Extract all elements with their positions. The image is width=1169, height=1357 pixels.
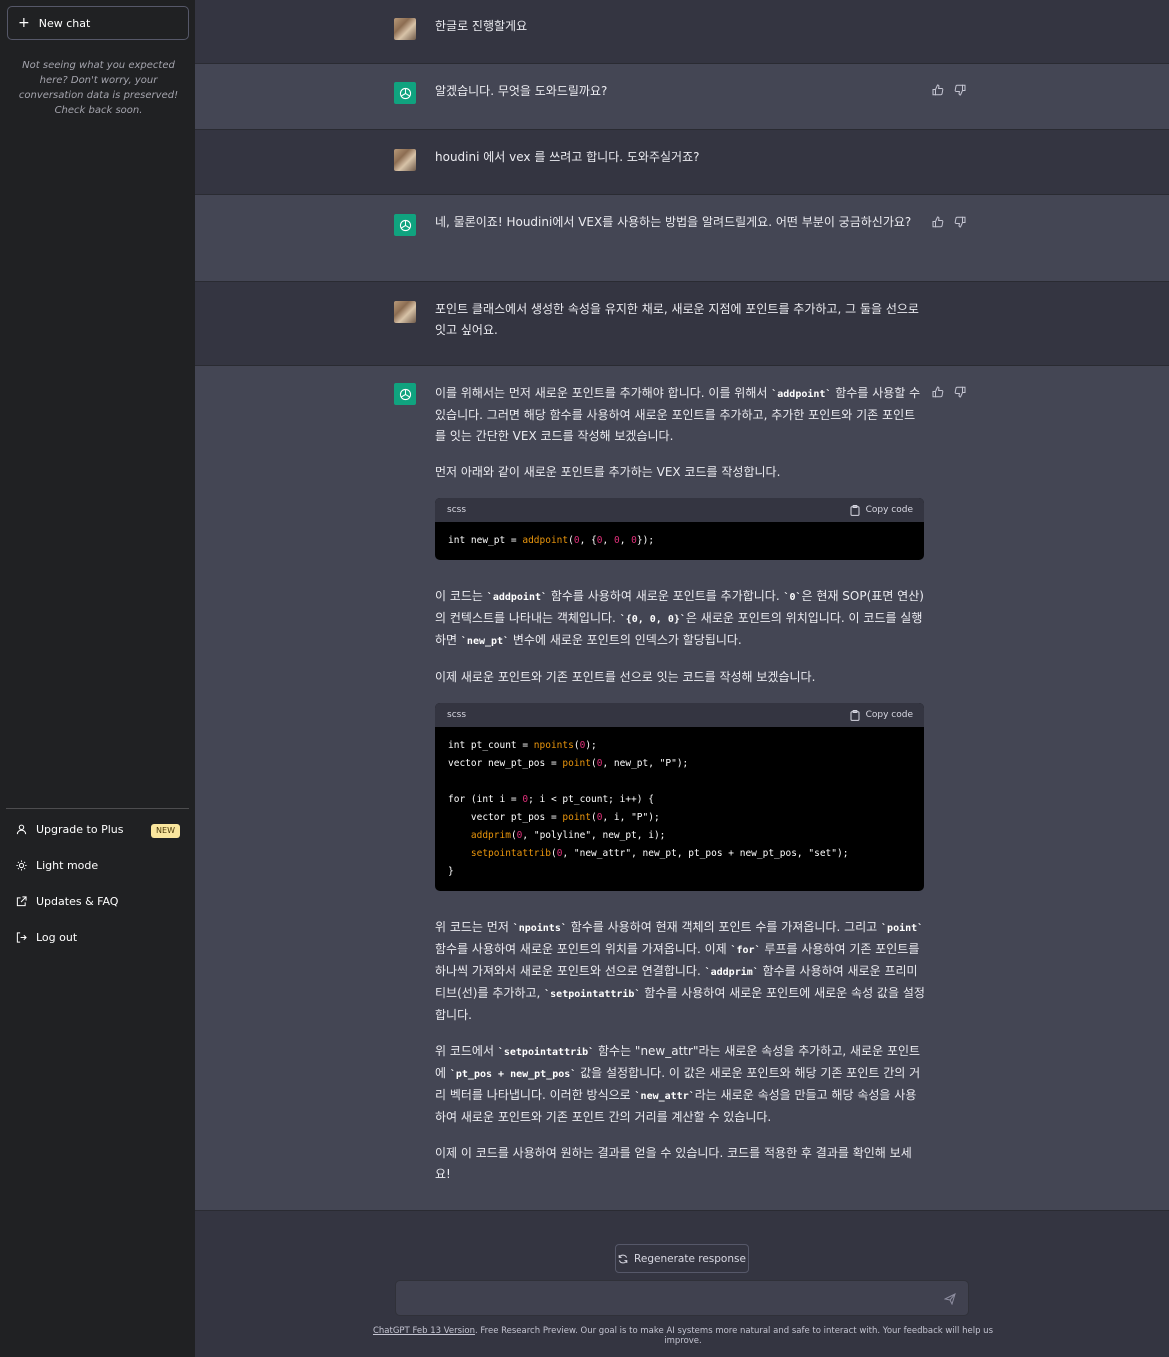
message-text: houdini 에서 vex 를 쓰려고 합니다. 도와주실거죠? bbox=[435, 150, 700, 164]
new-chat-label: New chat bbox=[38, 16, 91, 30]
paragraph: 이제 새로운 포인트와 기존 포인트를 선으로 잇는 코드를 작성해 보겠습니다… bbox=[435, 670, 816, 684]
code-content: int new_pt = addpoint(0, {0, 0, 0}); bbox=[448, 535, 655, 546]
code-language: scss bbox=[447, 504, 467, 515]
thumbs-up-icon[interactable] bbox=[932, 84, 945, 97]
inline-code: `addpoint` bbox=[486, 592, 548, 603]
copy-code-button[interactable]: Copy code bbox=[850, 705, 913, 726]
sidebar-item-label: Updates & FAQ bbox=[36, 894, 119, 908]
clipboard-icon bbox=[850, 709, 860, 721]
openai-logo-icon bbox=[399, 219, 411, 231]
user-message: houdini 에서 vex 를 쓰려고 합니다. 도와주실거죠? bbox=[195, 130, 1169, 195]
message-text: 한글로 진행할게요 bbox=[435, 19, 528, 33]
thumbs-down-icon[interactable] bbox=[954, 216, 967, 229]
inline-code: `pt_pos + new_pt_pos` bbox=[449, 1069, 577, 1080]
feedback-buttons bbox=[932, 84, 967, 97]
refresh-icon bbox=[618, 1254, 628, 1264]
code-header: scss Copy code bbox=[435, 703, 924, 727]
inline-code: `setpointattrib` bbox=[544, 989, 641, 1000]
inline-code: `for` bbox=[730, 945, 761, 956]
inline-code: `point` bbox=[881, 923, 924, 934]
paragraph: 이제 이 코드를 사용하여 원하는 결과를 얻을 수 있습니다. 코드를 적용한… bbox=[435, 1146, 912, 1181]
message-text: 알겠습니다. 무엇을 도와드릴까요? bbox=[435, 84, 608, 98]
code-header: scss Copy code bbox=[435, 498, 924, 522]
openai-logo-icon bbox=[399, 87, 411, 99]
clipboard-icon bbox=[850, 504, 860, 516]
openai-logo-icon bbox=[399, 388, 411, 400]
sidebar: + New chat Not seeing what you expected … bbox=[0, 0, 195, 1357]
assistant-avatar bbox=[394, 82, 416, 104]
feedback-buttons bbox=[932, 216, 967, 229]
logout-icon bbox=[15, 931, 27, 943]
inline-code: `addpoint` bbox=[771, 389, 832, 400]
paragraph: 이를 위해서는 먼저 새로운 포인트를 추가해야 합니다. 이를 위해서 `ad… bbox=[435, 386, 921, 443]
user-avatar bbox=[394, 18, 416, 40]
sidebar-item-label: Light mode bbox=[36, 858, 99, 872]
version-link[interactable]: ChatGPT Feb 13 Version bbox=[373, 1326, 475, 1336]
paragraph: 위 코드는 먼저 `npoints` 함수를 사용하여 현재 객체의 포인트 수… bbox=[435, 920, 925, 1022]
sun-icon bbox=[15, 859, 27, 871]
sidebar-item-updates-faq[interactable]: Updates & FAQ bbox=[6, 883, 189, 919]
message-body: 이를 위해서는 먼저 새로운 포인트를 추가해야 합니다. 이를 위해서 `ad… bbox=[435, 383, 925, 1185]
paragraph: 먼저 아래와 같이 새로운 포인트를 추가하는 VEX 코드를 작성합니다. bbox=[435, 465, 781, 479]
message-text: 포인트 클래스에서 생성한 속성을 유지한 채로, 새로운 지점에 포인트를 추… bbox=[435, 302, 919, 337]
user-message: 한글로 진행할게요 bbox=[195, 0, 1169, 64]
inline-code: `addprim` bbox=[704, 967, 759, 978]
message-text: 네, 물론이죠! Houdini에서 VEX를 사용하는 방법을 알려드릴게요.… bbox=[435, 215, 912, 229]
user-icon bbox=[15, 823, 27, 835]
regenerate-label: Regenerate response bbox=[634, 1252, 746, 1265]
user-avatar bbox=[394, 149, 416, 171]
copy-code-label: Copy code bbox=[865, 504, 913, 515]
thumbs-up-icon[interactable] bbox=[932, 386, 945, 399]
conversation: 한글로 진행할게요 알겠습니다. 무엇을 도와드릴까요? houdini 에서 … bbox=[195, 0, 1169, 1357]
external-link-icon bbox=[15, 895, 27, 907]
inline-code: `new_attr` bbox=[634, 1091, 695, 1102]
sidebar-item-upgrade[interactable]: Upgrade to Plus NEW bbox=[6, 811, 189, 847]
footer: ChatGPT Feb 13 Version. Free Research Pr… bbox=[363, 1326, 1003, 1346]
thumbs-down-icon[interactable] bbox=[954, 386, 967, 399]
sidebar-menu: Upgrade to Plus NEW Light mode Updates &… bbox=[6, 808, 189, 955]
code-content: int pt_count = npoints(0); vector new_pt… bbox=[448, 740, 849, 877]
new-chat-button[interactable]: + New chat bbox=[7, 6, 189, 40]
assistant-message: 네, 물론이죠! Houdini에서 VEX를 사용하는 방법을 알려드릴게요.… bbox=[195, 195, 1169, 282]
assistant-message: 알겠습니다. 무엇을 도와드릴까요? bbox=[195, 64, 1169, 130]
inline-code: `new_pt` bbox=[460, 636, 510, 647]
chat-input-box bbox=[395, 1280, 969, 1316]
sidebar-item-label: Upgrade to Plus bbox=[36, 822, 124, 836]
code-language: scss bbox=[447, 709, 467, 720]
user-avatar bbox=[394, 301, 416, 323]
conversation-notice: Not seeing what you expected here? Don't… bbox=[18, 60, 179, 116]
plus-icon: + bbox=[18, 15, 30, 31]
footer-text: . Free Research Preview. Our goal is to … bbox=[474, 1326, 993, 1346]
thumbs-down-icon[interactable] bbox=[954, 84, 967, 97]
user-message: 포인트 클래스에서 생성한 속성을 유지한 채로, 새로운 지점에 포인트를 추… bbox=[195, 282, 1169, 366]
inline-code: `setpointattrib` bbox=[497, 1047, 595, 1058]
inline-code: `0` bbox=[783, 592, 802, 603]
feedback-buttons bbox=[932, 386, 967, 399]
copy-code-button[interactable]: Copy code bbox=[850, 500, 913, 521]
code-block: scss Copy code int pt_count = npoints(0)… bbox=[435, 703, 924, 891]
paragraph: 이 코드는 `addpoint` 함수를 사용하여 새로운 포인트를 추가합니다… bbox=[435, 589, 924, 647]
assistant-message: 이를 위해서는 먼저 새로운 포인트를 추가해야 합니다. 이를 위해서 `ad… bbox=[195, 366, 1169, 1211]
assistant-avatar bbox=[394, 383, 416, 405]
regenerate-response-button[interactable]: Regenerate response bbox=[615, 1244, 749, 1273]
inline-code: `npoints` bbox=[512, 923, 567, 934]
chat-input[interactable] bbox=[396, 1281, 936, 1315]
sidebar-item-log-out[interactable]: Log out bbox=[6, 919, 189, 955]
new-badge: NEW bbox=[151, 824, 180, 838]
assistant-avatar bbox=[394, 214, 416, 236]
sidebar-item-light-mode[interactable]: Light mode bbox=[6, 847, 189, 883]
sidebar-item-label: Log out bbox=[36, 930, 78, 944]
code-block: scss Copy code int new_pt = addpoint(0, … bbox=[435, 498, 924, 560]
thumbs-up-icon[interactable] bbox=[932, 216, 945, 229]
send-icon[interactable] bbox=[944, 1293, 956, 1305]
copy-code-label: Copy code bbox=[865, 709, 913, 720]
inline-code: `{0, 0, 0}` bbox=[619, 614, 686, 625]
paragraph: 위 코드에서 `setpointattrib` 함수는 "new_attr"라는… bbox=[435, 1044, 921, 1124]
